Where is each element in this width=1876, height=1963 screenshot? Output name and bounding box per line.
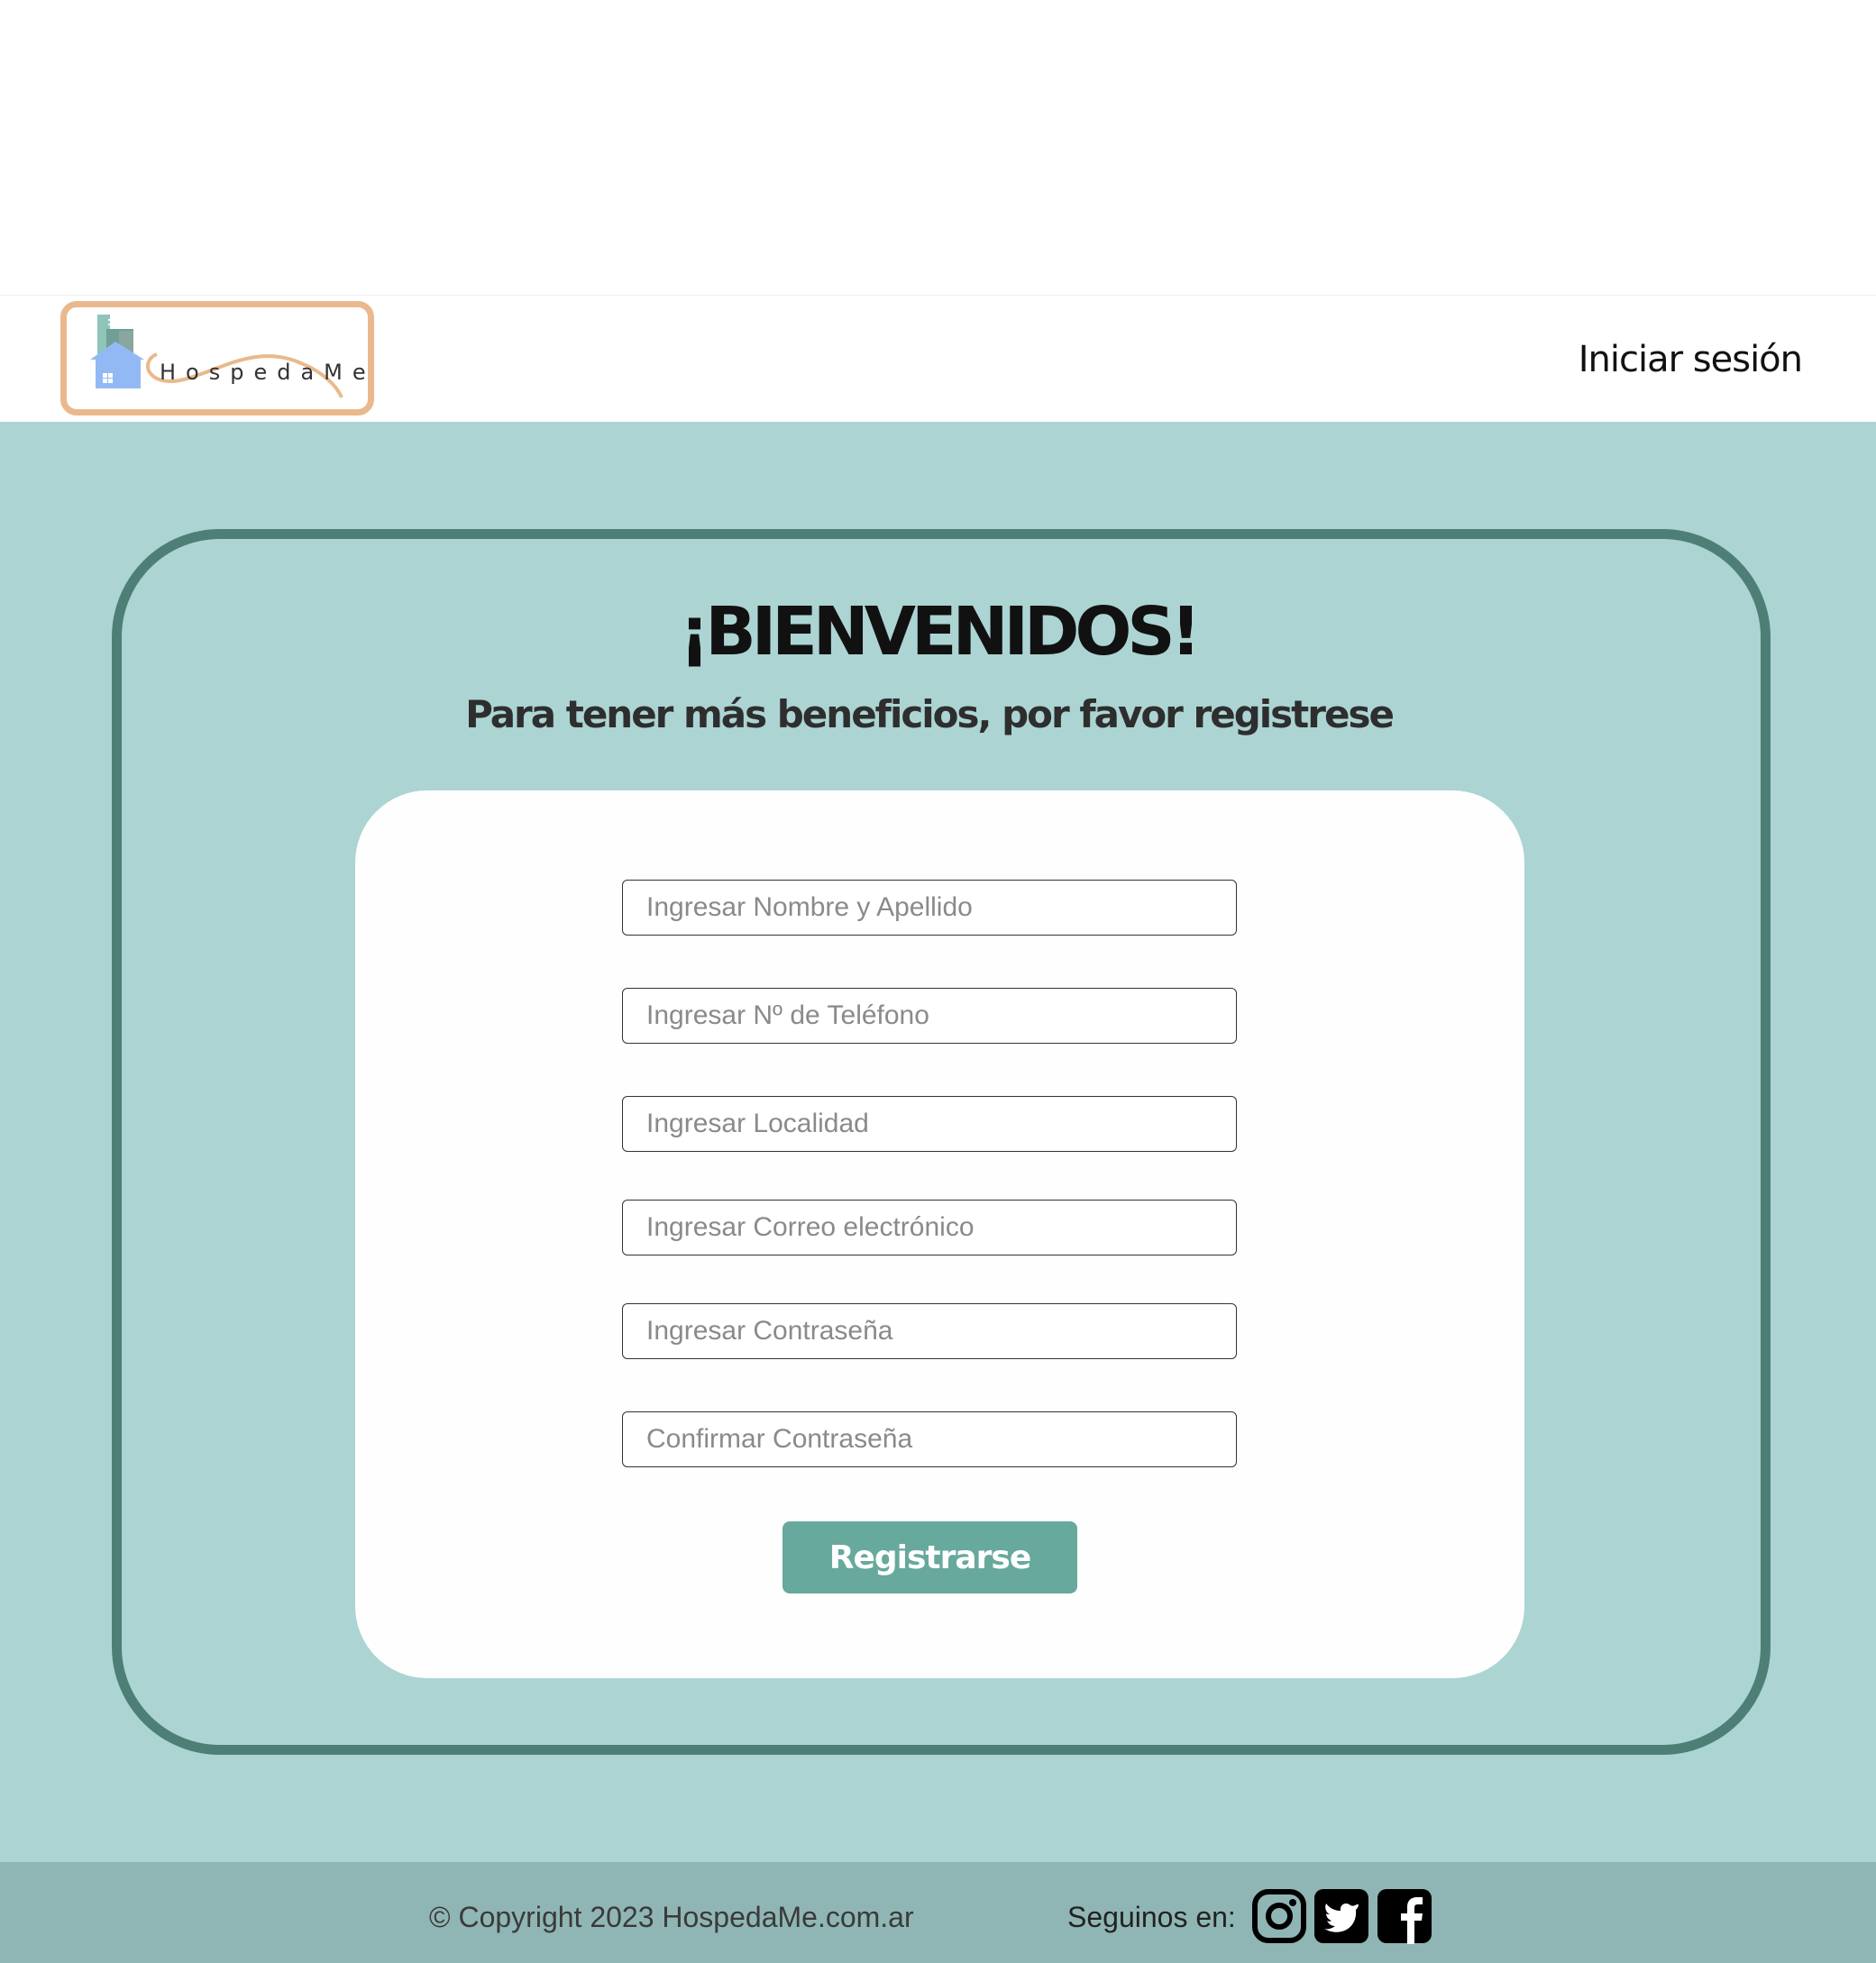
email-input[interactable]: [622, 1200, 1237, 1255]
facebook-icon[interactable]: [1377, 1888, 1432, 1944]
confirm-password-input[interactable]: [622, 1411, 1237, 1467]
footer: [0, 1862, 1876, 1963]
follow-label: Seguinos en:: [1067, 1901, 1236, 1933]
logo-text: HospedaMe: [160, 360, 376, 385]
logo[interactable]: HospedaMe: [60, 301, 374, 415]
register-button[interactable]: Registrarse: [782, 1521, 1077, 1593]
city-input[interactable]: [622, 1096, 1237, 1152]
password-input[interactable]: [622, 1303, 1237, 1359]
phone-input[interactable]: [622, 988, 1237, 1044]
copyright-text: © Copyright 2023 HospedaMe.com.ar: [429, 1901, 914, 1933]
twitter-icon[interactable]: [1313, 1888, 1369, 1944]
instagram-icon[interactable]: [1251, 1888, 1307, 1944]
logo-house-icon: [90, 315, 343, 398]
page-title: ¡BIENVENIDOS!: [679, 593, 1202, 671]
login-link[interactable]: Iniciar sesión: [1579, 339, 1803, 380]
name-input[interactable]: [622, 880, 1237, 936]
page-subtitle: Para tener más beneficios, por favor reg…: [465, 692, 1395, 736]
